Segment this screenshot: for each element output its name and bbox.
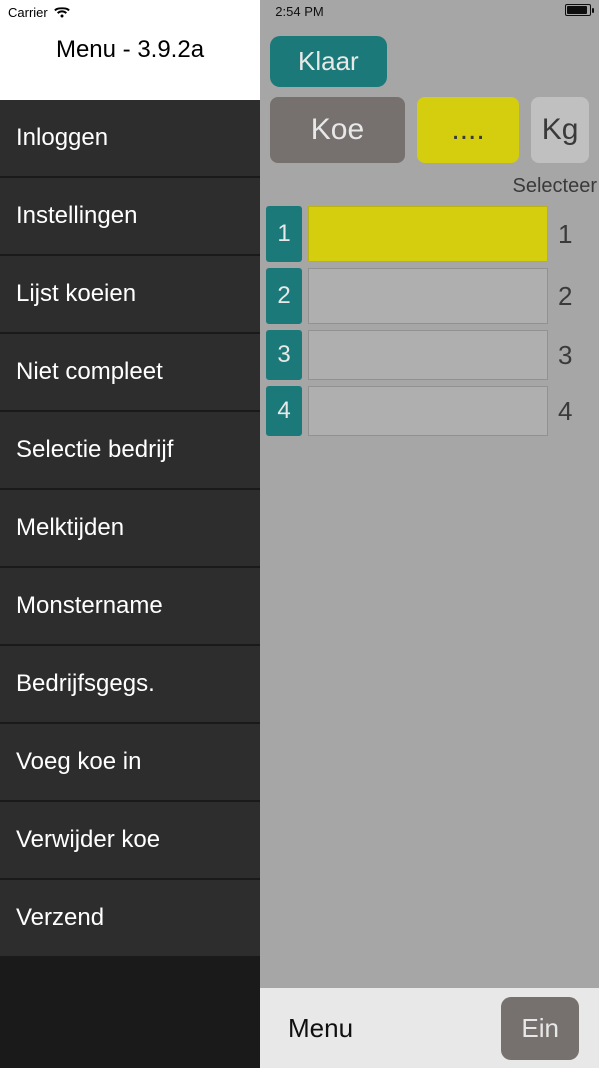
row-input-field[interactable] [308, 330, 548, 380]
row-input-field[interactable] [308, 268, 548, 324]
koe-header-button[interactable]: Koe [270, 97, 405, 163]
menu-list: Inloggen Instellingen Lijst koeien Niet … [0, 100, 260, 958]
row-right-number: 4 [554, 386, 594, 436]
battery-icon [565, 4, 591, 16]
row-right-number: 3 [554, 330, 594, 380]
table-row[interactable]: 2 2 [266, 268, 599, 324]
sidebar-item-verwijder-koe[interactable]: Verwijder koe [0, 802, 260, 880]
sidebar-item-niet-compleet[interactable]: Niet compleet [0, 334, 260, 412]
row-input-field[interactable] [308, 386, 548, 436]
klaar-button[interactable]: Klaar [270, 36, 387, 87]
sidebar-item-lijst-koeien[interactable]: Lijst koeien [0, 256, 260, 334]
sidebar-item-verzend[interactable]: Verzend [0, 880, 260, 958]
menu-button[interactable]: Menu [288, 1013, 353, 1044]
kg-header-button[interactable]: Kg [531, 97, 589, 163]
select-label: Selecteer [260, 163, 599, 206]
sidebar-item-voeg-koe-in[interactable]: Voeg koe in [0, 724, 260, 802]
sidebar-drawer: Carrier Menu - 3.9.2a Inloggen Instellin… [0, 0, 260, 1068]
ein-button[interactable]: Ein [501, 997, 579, 1060]
sidebar-item-bedrijfsgegs[interactable]: Bedrijfsgegs. [0, 646, 260, 724]
row-left-number: 2 [266, 268, 302, 324]
sidebar-item-inloggen[interactable]: Inloggen [0, 100, 260, 178]
status-time: 2:54 PM [275, 4, 323, 19]
table-row[interactable]: 3 3 [266, 330, 599, 380]
wifi-icon [54, 7, 70, 19]
sidebar-item-melktijden[interactable]: Melktijden [0, 490, 260, 568]
sidebar-item-selectie-bedrijf[interactable]: Selectie bedrijf [0, 412, 260, 490]
row-right-number: 2 [554, 268, 594, 324]
table-row[interactable]: 1 1 [266, 206, 599, 262]
row-left-number: 3 [266, 330, 302, 380]
row-left-number: 4 [266, 386, 302, 436]
status-bar-left: Carrier [8, 5, 70, 20]
sidebar-item-instellingen[interactable]: Instellingen [0, 178, 260, 256]
carrier-label: Carrier [8, 5, 48, 20]
dots-header-button[interactable]: .... [417, 97, 519, 163]
row-right-number: 1 [554, 206, 594, 262]
row-input-field[interactable] [308, 206, 548, 262]
table-row[interactable]: 4 4 [266, 386, 599, 436]
row-left-number: 1 [266, 206, 302, 262]
bottom-bar: Menu Ein [260, 988, 599, 1068]
sidebar-item-monstername[interactable]: Monstername [0, 568, 260, 646]
